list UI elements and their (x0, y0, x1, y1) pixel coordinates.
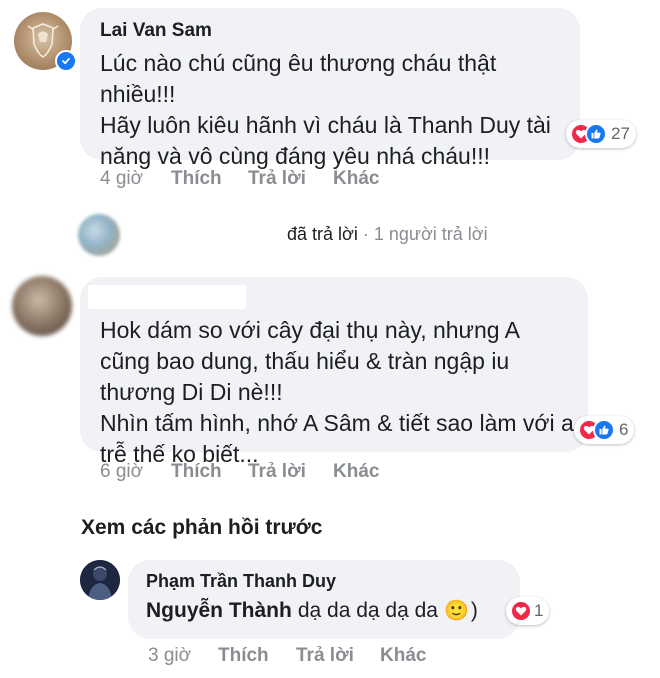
reply-button[interactable]: Trả lời (296, 645, 354, 667)
comment-author[interactable]: Lai Van Sam (100, 20, 212, 42)
reply-actions: 3 giờ Thích Trả lời Khác (0, 645, 660, 669)
like-button[interactable]: Thích (171, 461, 222, 483)
reply-bubble: Phạm Trần Thanh Duy Nguyễn Thành dạ da d… (128, 560, 520, 639)
reply-count-text: 1 người trả lời (373, 224, 488, 244)
comment-timestamp[interactable]: 4 giờ (100, 168, 143, 190)
reaction-count: 6 (619, 420, 629, 439)
reply-button[interactable]: Trả lời (248, 168, 306, 190)
love-reaction-icon (510, 600, 532, 622)
redacted-author-name (88, 285, 246, 309)
reply-button[interactable]: Trả lời (248, 461, 306, 483)
comment-text: Hok dám so với cây đại thụ này, nhưng A … (100, 315, 585, 470)
more-button[interactable]: Khác (333, 461, 379, 483)
reply-paren: ) (470, 598, 478, 622)
comment-text: Lúc nào chú cũng êu thương cháu thật nhi… (100, 48, 580, 172)
comment-bubble: Lai Van Sam Lúc nào chú cũng êu thương c… (80, 8, 580, 169)
comment-line: Hãy luôn kiêu hãnh vì cháu là Thanh Duy … (100, 112, 551, 138)
like-button[interactable]: Thích (218, 645, 269, 667)
reaction-count: 27 (611, 124, 630, 143)
comment-line: Nhìn tấm hình, nhớ A Sâm & tiết sao làm … (100, 410, 574, 436)
verified-badge-icon (55, 50, 77, 72)
reply-author[interactable]: Phạm Trần Thanh Duy (146, 571, 336, 592)
comment-timestamp[interactable]: 6 giờ (100, 461, 143, 483)
reaction-count: 1 (534, 601, 544, 620)
reply-timestamp[interactable]: 3 giờ (148, 645, 191, 667)
comment-line: nhiều!!! (100, 81, 176, 107)
reaction-summary[interactable]: 6 (574, 416, 635, 444)
reply-summary[interactable]: đã trả lời · 1 người trả lời (287, 224, 488, 245)
profile-photo-icon (80, 560, 120, 600)
comment-actions: 4 giờ Thích Trả lời Khác (0, 168, 660, 192)
smile-emoji-icon: 🙂 (443, 600, 469, 622)
comment-line: Hok dám so với cây đại thụ này, nhưng A (100, 317, 520, 343)
more-button[interactable]: Khác (333, 168, 379, 190)
reply-message: dạ da dạ dạ da (297, 598, 438, 622)
reaction-summary[interactable]: 1 (506, 597, 550, 625)
reaction-summary[interactable]: 27 (566, 120, 636, 148)
comment-line: Lúc nào chú cũng êu thương cháu thật (100, 50, 497, 76)
like-reaction-icon (593, 419, 615, 441)
comment-actions: 6 giờ Thích Trả lời Khác (0, 461, 660, 485)
comment-bubble: Hok dám so với cây đại thụ này, nhưng A … (80, 277, 588, 467)
view-previous-replies-link[interactable]: Xem các phản hồi trước (81, 516, 322, 540)
comment-line: thương Di Di nè!!! (100, 379, 283, 405)
replied-label: đã trả lời (287, 224, 358, 244)
avatar[interactable] (12, 276, 72, 336)
like-button[interactable]: Thích (171, 168, 222, 190)
mention-link[interactable]: Nguyễn Thành (146, 599, 292, 623)
reply-avatar[interactable] (80, 560, 120, 600)
replier-avatar[interactable] (78, 214, 120, 256)
more-button[interactable]: Khác (380, 645, 426, 667)
comment-line: cũng bao dung, thấu hiểu & tràn ngập iu (100, 348, 510, 374)
like-reaction-icon (585, 123, 607, 145)
separator: · (362, 224, 369, 244)
reply-text: Nguyễn Thành dạ da dạ dạ da 🙂 ) (146, 598, 478, 623)
